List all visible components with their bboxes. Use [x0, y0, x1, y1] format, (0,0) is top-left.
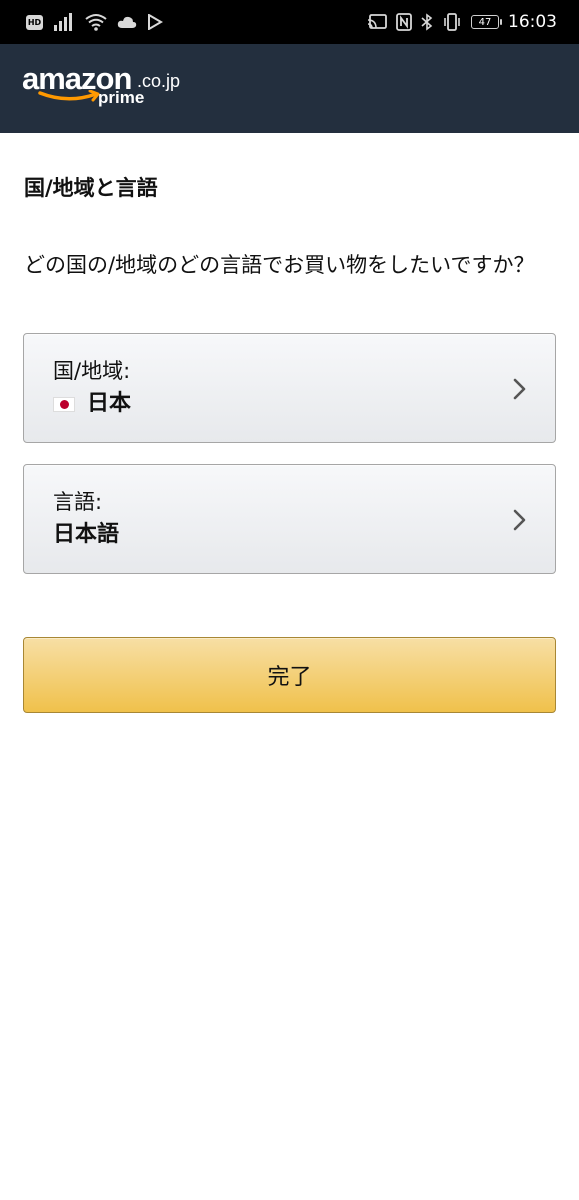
amazon-prime-logo[interactable]: amazon .co.jp prime — [22, 62, 192, 114]
app-header: amazon .co.jp prime — [0, 44, 579, 133]
country-value: 日本 — [53, 389, 131, 419]
country-selector[interactable]: 国/地域: 日本 — [23, 333, 556, 443]
page-title: 国/地域と言語 — [24, 176, 158, 200]
language-label: 言語: — [53, 490, 103, 514]
battery-icon: 47 — [471, 15, 502, 29]
japan-flag-icon — [53, 396, 75, 412]
nfc-icon — [396, 13, 412, 31]
wifi-icon — [85, 14, 107, 31]
chevron-right-icon — [513, 509, 526, 531]
status-right: 47 16:03 — [367, 10, 557, 34]
smile-arrow-icon — [38, 90, 100, 102]
done-button[interactable]: 完了 — [23, 637, 556, 713]
country-value-text: 日本 — [87, 391, 132, 416]
signal-icon — [54, 13, 72, 31]
language-selector[interactable]: 言語: 日本語 — [23, 464, 556, 574]
cast-icon — [367, 14, 387, 29]
chevron-right-icon — [513, 378, 526, 400]
hd-badge: HD — [26, 14, 43, 30]
bluetooth-icon — [421, 13, 433, 31]
country-label: 国/地域: — [53, 359, 131, 383]
status-left: HD — [26, 10, 163, 34]
cloud-icon — [117, 16, 137, 28]
clock: 16:03 — [508, 12, 557, 32]
language-value: 日本語 — [53, 522, 120, 547]
play-store-icon — [148, 14, 163, 30]
status-bar: HD 47 16:03 — [0, 0, 579, 44]
vibrate-icon — [444, 13, 460, 31]
logo-prime: prime — [98, 88, 145, 107]
question-text: どの国の/地域のどの言語でお買い物をしたいですか？ — [24, 253, 535, 277]
